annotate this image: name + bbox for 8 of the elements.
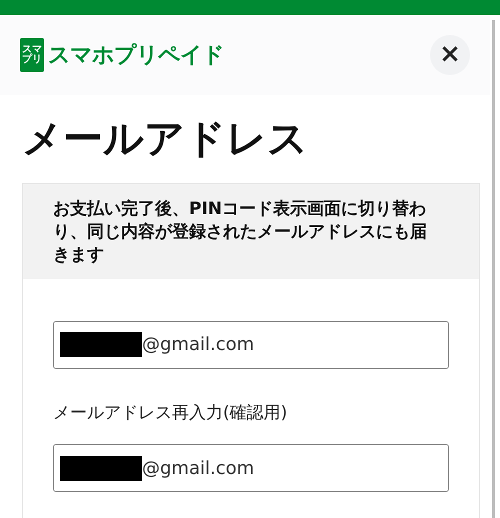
email-field[interactable]: @gmail.com	[53, 320, 449, 369]
logo-text: スマホプリペイド	[48, 42, 224, 70]
field-label: メールアドレス再入力(確認用)	[53, 402, 288, 425]
close-button[interactable]: ×	[430, 35, 470, 75]
logo-badge: スマ プリ	[20, 38, 44, 72]
email-field[interactable]: @gmail.com	[53, 444, 449, 492]
page-title: メールアドレス	[22, 117, 309, 161]
notice-text: お支払い完了後、PINコード表示画面に切り替わり、同じ内容が登録されたメールアドレスにも届きます	[23, 184, 479, 279]
